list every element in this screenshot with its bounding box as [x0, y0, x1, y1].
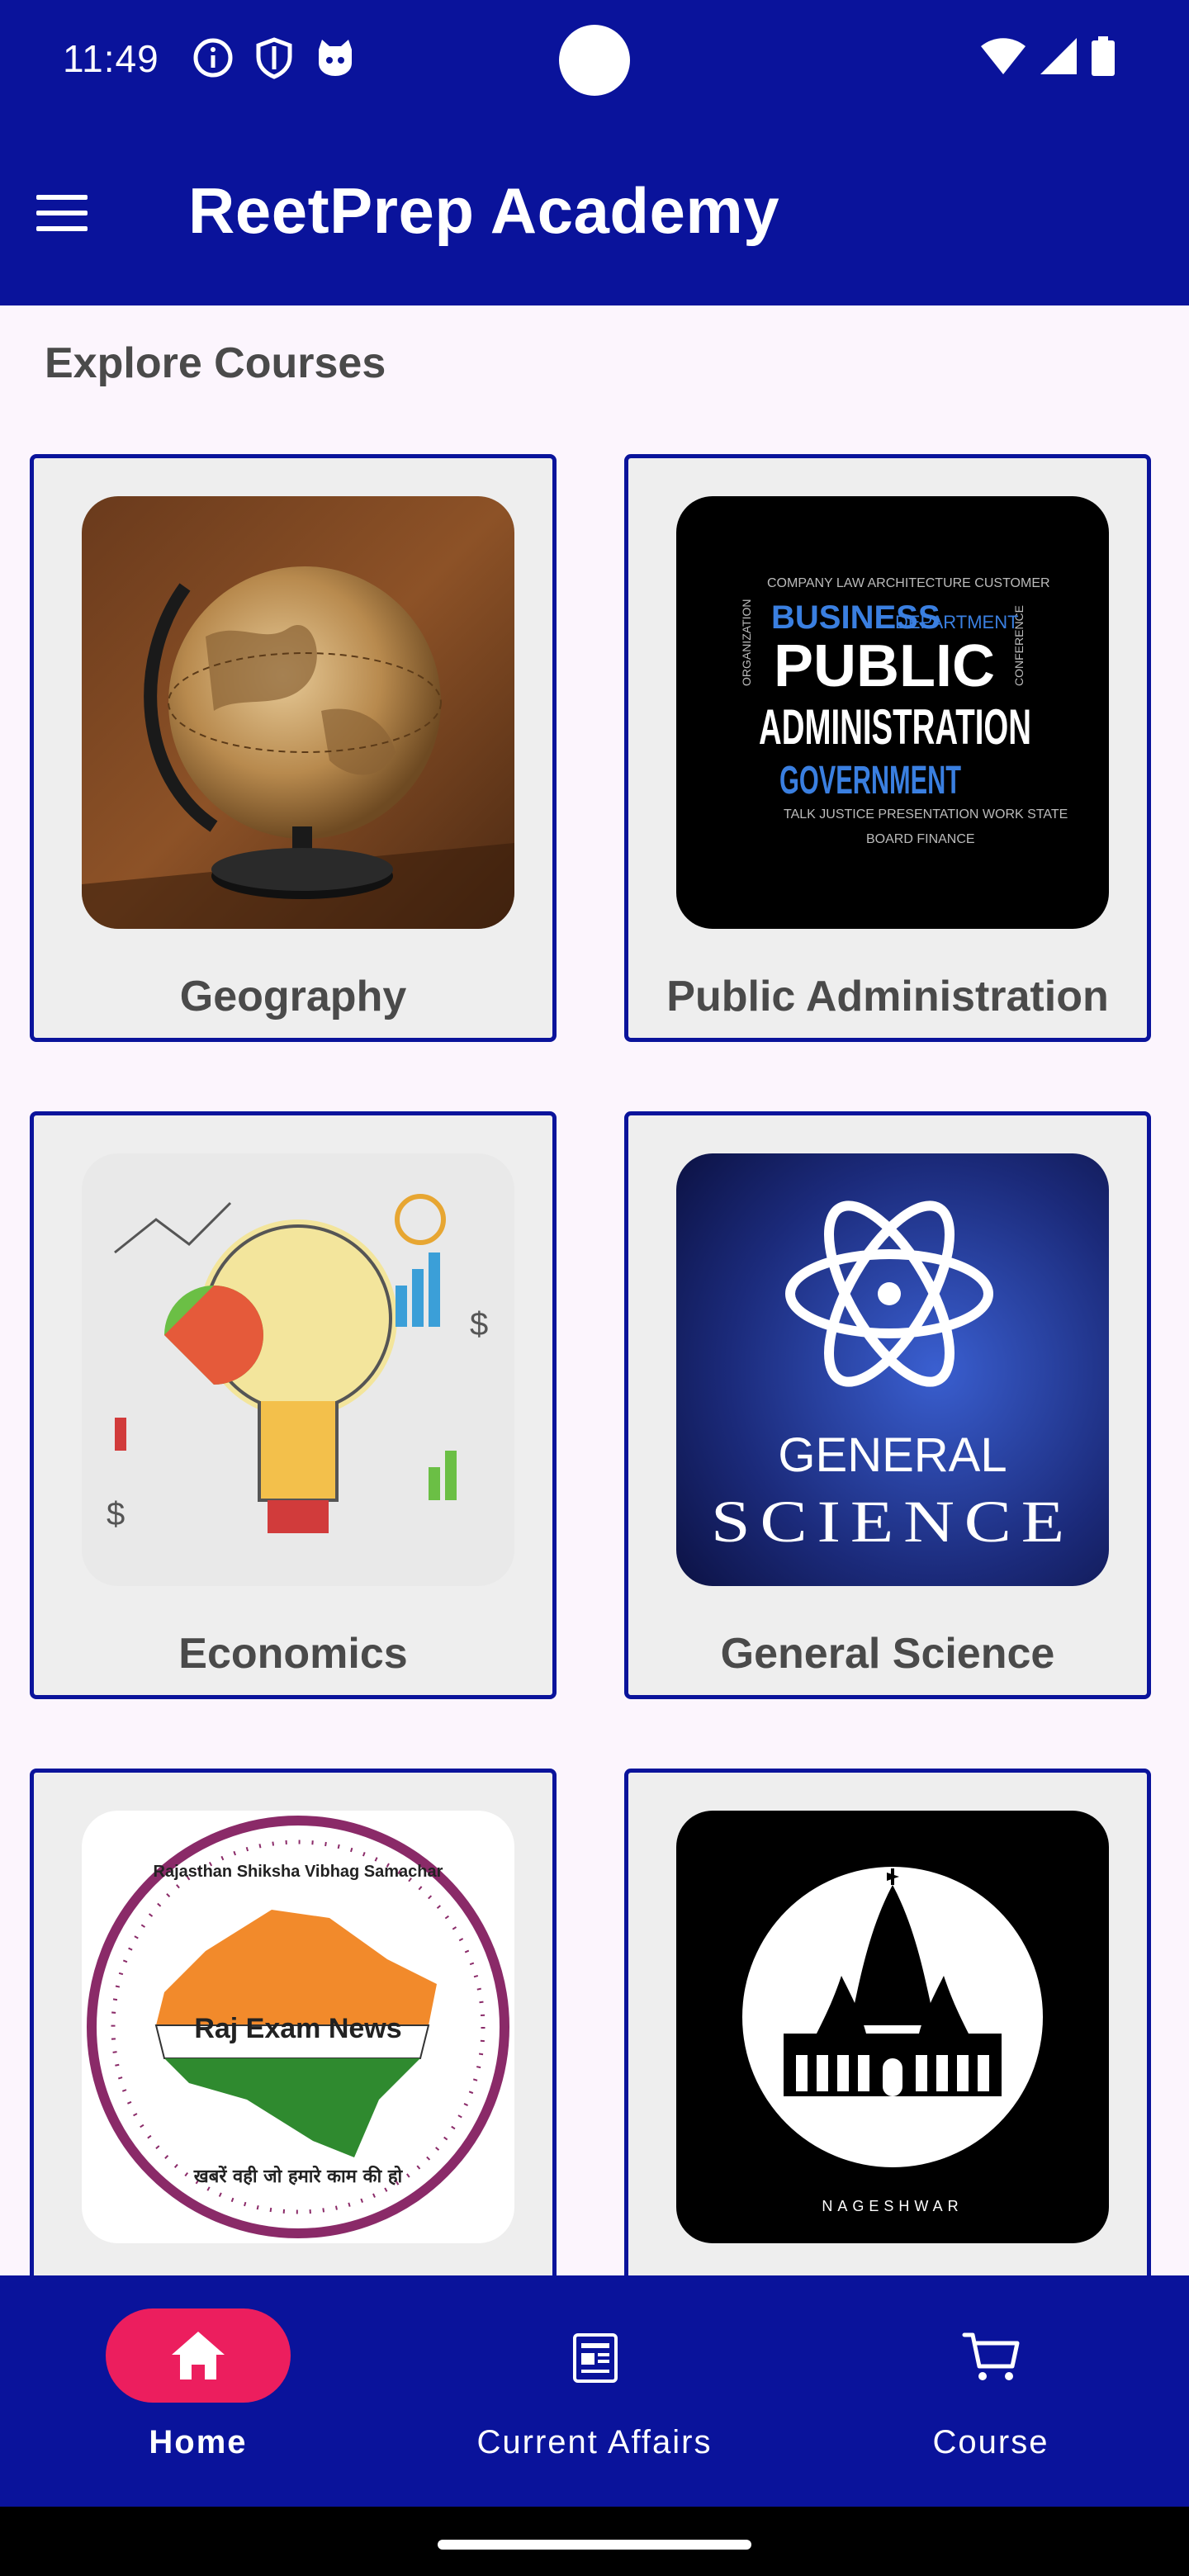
svg-text:PUBLIC: PUBLIC: [774, 633, 995, 699]
newspaper-icon: [558, 2320, 631, 2393]
course-card-economics[interactable]: $ $ Economics: [30, 1111, 557, 1699]
nageshwar-temple-logo-image: NAGESHWAR: [676, 1811, 1109, 2243]
svg-text:ADMINISTRATION: ADMINISTRATION: [759, 699, 1031, 755]
raj-exam-news-logo-image: Raj Exam News Rajasthan Shiksha Vibhag S…: [82, 1811, 514, 2243]
svg-text:GOVERNMENT: GOVERNMENT: [779, 759, 961, 803]
nav-label-current-affairs: Current Affairs: [476, 2424, 713, 2460]
cart-icon: [955, 2320, 1027, 2393]
nav-label-home: Home: [149, 2424, 248, 2460]
wifi-icon: [981, 38, 1026, 78]
status-bar: 11:49: [0, 0, 1189, 124]
info-icon: [192, 36, 234, 79]
hamburger-menu-icon[interactable]: [33, 188, 92, 238]
section-title: Explore Courses: [45, 339, 386, 387]
svg-text:GENERAL: GENERAL: [778, 1428, 1007, 1482]
svg-text:$: $: [107, 1496, 125, 1532]
nav-item-current-affairs[interactable]: Current Affairs: [396, 2275, 793, 2507]
geography-globe-image: [82, 496, 514, 929]
course-label: Public Administration: [666, 973, 1109, 1020]
home-icon: [162, 2320, 234, 2393]
system-gesture-bar: [0, 2507, 1189, 2576]
svg-text:$: $: [470, 1306, 488, 1342]
svg-text:TALK JUSTICE PRESENTATION W: TALK JUSTICE PRESENTATION WORK STATE: [784, 807, 1068, 822]
course-card-general-science[interactable]: GENERAL SCIENCE General Science: [624, 1111, 1151, 1699]
course-card-raj-exam-news[interactable]: Raj Exam News Rajasthan Shiksha Vibhag S…: [30, 1769, 557, 2275]
svg-text:BOARD FINANCE: BOARD FINANCE: [866, 832, 975, 846]
course-card-geography[interactable]: Geography: [30, 454, 557, 1042]
course-card-nageshwar[interactable]: NAGESHWAR: [624, 1769, 1151, 2275]
course-label: Economics: [178, 1630, 408, 1678]
gesture-handle[interactable]: [438, 2540, 751, 2550]
course-card-public-administration[interactable]: COMPANY LAW ARCHITECTURE CUSTOMER ORGANI…: [624, 454, 1151, 1042]
status-icons-right: [981, 36, 1115, 80]
svg-text:COMPANY LAW ARCHITECTURE CU: COMPANY LAW ARCHITECTURE CUSTOMER: [767, 576, 1050, 590]
app-title: ReetPrep Academy: [188, 174, 780, 247]
camera-cutout: [559, 25, 630, 96]
course-label: General Science: [720, 1630, 1055, 1678]
svg-text:ORGANIZATION: ORGANIZATION: [740, 599, 753, 686]
nav-label-course: Course: [932, 2424, 1049, 2460]
general-science-atom-image: GENERAL SCIENCE: [676, 1153, 1109, 1586]
status-time: 11:49: [63, 37, 159, 80]
svg-text:DEPARTMENT: DEPARTMENT: [895, 612, 1019, 632]
app-bar: ReetPrep Academy: [0, 124, 1189, 305]
cat-face-icon: [314, 36, 357, 79]
battery-icon: [1092, 36, 1115, 80]
nav-item-course[interactable]: Course: [793, 2275, 1189, 2507]
svg-text:NAGESHWAR: NAGESHWAR: [822, 2198, 963, 2214]
svg-text:Raj Exam News: Raj Exam News: [194, 2013, 401, 2044]
bottom-navigation: Home Current Affairs Course: [0, 2275, 1189, 2507]
nav-item-home[interactable]: Home: [0, 2275, 396, 2507]
svg-text:SCIENCE: SCIENCE: [711, 1489, 1074, 1555]
status-icons-left: [192, 36, 357, 79]
shield-icon: [253, 36, 296, 79]
svg-text:खबरें वही जो हमारे काम की हो: खबरें वही जो हमारे काम की हो: [193, 2165, 404, 2187]
course-label: Geography: [179, 973, 407, 1020]
svg-text:Rajasthan Shiksha Vibhag Samac: Rajasthan Shiksha Vibhag Samachar: [154, 1863, 443, 1881]
public-administration-word-cloud-image: COMPANY LAW ARCHITECTURE CUSTOMER ORGANI…: [676, 496, 1109, 929]
course-grid: Geography COMPANY LAW ARCHITECTURE CUSTO…: [0, 454, 1189, 2275]
economics-lightbulb-image: $ $: [82, 1153, 514, 1586]
signal-icon: [1040, 38, 1077, 78]
